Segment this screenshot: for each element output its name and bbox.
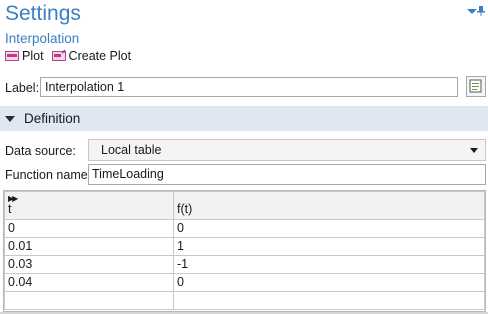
table-cell[interactable]: 0.01: [4, 237, 174, 256]
table-cell[interactable]: -1: [173, 255, 485, 274]
table-row: 0.04 0: [4, 273, 485, 292]
label-field[interactable]: Interpolation 1: [40, 77, 458, 97]
pin-icon[interactable]: [476, 5, 486, 17]
table-header-row: ▶▶ t f(t): [4, 191, 485, 220]
data-source-caption: Data source:: [5, 144, 76, 158]
column-header-ft[interactable]: f(t): [173, 191, 485, 220]
table-cell[interactable]: [4, 291, 174, 310]
create-plot-button[interactable]: Create Plot: [51, 49, 132, 63]
table-cell[interactable]: 0.03: [4, 255, 174, 274]
expand-columns-icon[interactable]: ▶▶: [8, 194, 18, 203]
table-cell[interactable]: 0.04: [4, 273, 174, 292]
create-plot-icon: [51, 50, 66, 61]
dropdown-arrow-icon: [470, 148, 478, 153]
function-name-field[interactable]: TimeLoading: [88, 164, 486, 185]
table-cell[interactable]: 0: [173, 219, 485, 238]
collapse-arrow-icon: [5, 115, 15, 122]
interpolation-table: ▶▶ t f(t) 0 0 0.01 1 0.03 -1 0.04 0: [3, 190, 486, 312]
table-row: 0.01 1: [4, 237, 485, 256]
toolbar: Plot Create Plot: [5, 48, 135, 64]
plot-button-label: Plot: [22, 49, 44, 63]
table-cell[interactable]: 0: [173, 273, 485, 292]
plot-icon: [5, 51, 19, 61]
table-cell[interactable]: 1: [173, 237, 485, 256]
definition-section-header[interactable]: Definition: [0, 106, 488, 131]
node-type-subtitle: Interpolation: [5, 31, 80, 46]
table-row: 0 0: [4, 219, 485, 238]
table-row: [4, 291, 485, 310]
function-name-caption: Function name:: [5, 168, 92, 182]
table-row: 0.03 -1: [4, 255, 485, 274]
plot-button[interactable]: Plot: [5, 49, 44, 63]
data-source-value: Local table: [101, 143, 162, 157]
column-header-t[interactable]: ▶▶ t: [4, 191, 174, 220]
edit-node-icon: [469, 79, 482, 93]
label-caption: Label:: [5, 81, 40, 95]
edit-label-button[interactable]: [466, 76, 486, 97]
table-cell[interactable]: 0: [4, 219, 174, 238]
page-title: Settings: [5, 2, 81, 25]
definition-section-title: Definition: [24, 111, 81, 126]
data-source-select[interactable]: Local table: [88, 139, 486, 161]
table-cell[interactable]: [173, 291, 485, 310]
create-plot-button-label: Create Plot: [68, 49, 132, 63]
